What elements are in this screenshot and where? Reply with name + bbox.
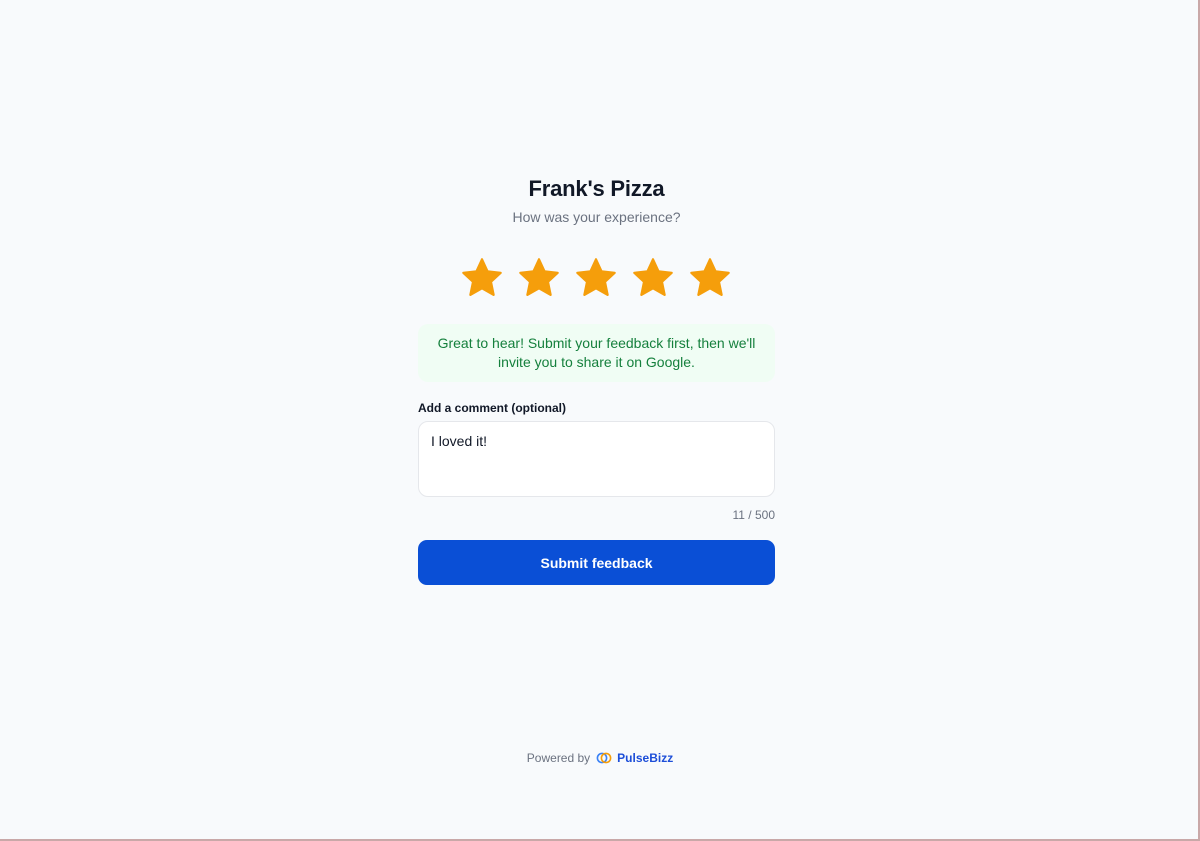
powered-by-text: Powered by — [526, 751, 591, 765]
pulsebizz-brand-link[interactable]: PulseBizz — [617, 751, 673, 765]
business-name: Frank's Pizza — [528, 176, 665, 201]
comment-input[interactable]: I loved it! — [418, 421, 775, 497]
experience-prompt: How was your experience? — [512, 209, 681, 225]
star-4-icon[interactable] — [631, 256, 675, 300]
star-rating — [460, 256, 735, 300]
star-5-icon[interactable] — [688, 256, 732, 300]
star-2-icon[interactable] — [517, 256, 561, 300]
submit-feedback-button[interactable]: Submit feedback — [418, 540, 775, 585]
character-counter: 11 / 500 — [732, 508, 775, 522]
notice-text: Great to hear! Submit your feedback firs… — [437, 335, 756, 370]
footer: Powered by PulseBizz — [0, 749, 1200, 767]
pulsebizz-logo-icon — [596, 751, 612, 765]
star-1-icon[interactable] — [460, 256, 504, 300]
google-invite-notice: Great to hear! Submit your feedback firs… — [418, 324, 775, 382]
star-3-icon[interactable] — [574, 256, 618, 300]
comment-label: Add a comment (optional) — [418, 401, 566, 415]
